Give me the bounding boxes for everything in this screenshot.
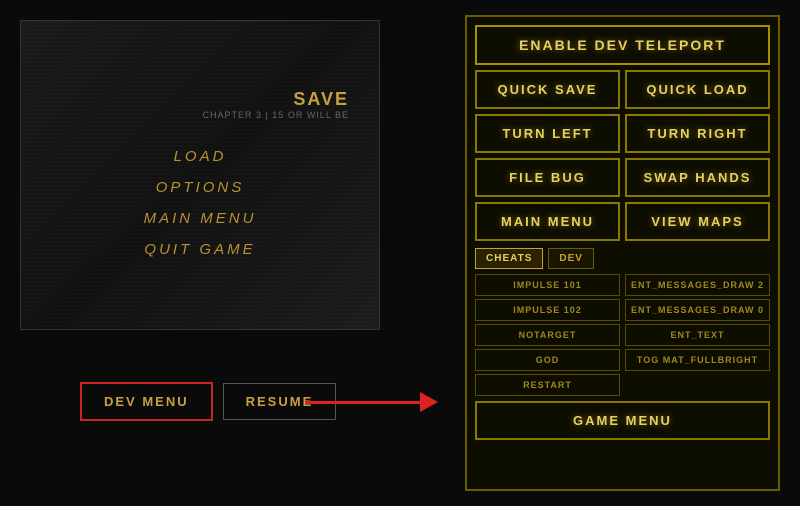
turn-left-button[interactable]: TURN LEFT: [475, 114, 620, 153]
tog-mat-fullbright-button[interactable]: TOG MAT_FULLBRIGHT: [625, 349, 770, 371]
quit-game-menu-item[interactable]: QUIT GAME: [51, 238, 349, 261]
arrow-indicator: [305, 387, 445, 417]
options-menu-item[interactable]: OPTIONS: [51, 176, 349, 199]
load-menu-item[interactable]: LOAD: [51, 145, 349, 168]
god-button[interactable]: GOD: [475, 349, 620, 371]
restart-button[interactable]: RESTART: [475, 374, 620, 396]
file-bug-swap-row: FILE BUG SWAP HANDS: [475, 158, 770, 197]
save-section: SAVE CHAPTER 3 | 15 OR WILL BE: [51, 89, 349, 120]
turn-right-button[interactable]: TURN RIGHT: [625, 114, 770, 153]
menu-items-list: LOAD OPTIONS MAIN MENU QUIT GAME: [51, 145, 349, 261]
cheat-items-container: IMPULSE 101 IMPULSE 102 NOTARGET GOD RES…: [475, 274, 770, 396]
turn-row: TURN LEFT TURN RIGHT: [475, 114, 770, 153]
left-menu-panel: SAVE CHAPTER 3 | 15 OR WILL BE LOAD OPTI…: [20, 20, 380, 330]
quick-load-button[interactable]: QUICK LOAD: [625, 70, 770, 109]
impulse-102-button[interactable]: IMPULSE 102: [475, 299, 620, 321]
file-bug-button[interactable]: FILE BUG: [475, 158, 620, 197]
cheats-dev-tabs: CHEATS DEV: [475, 248, 770, 269]
cheat-col-right: ENT_MESSAGES_DRAW 2 ENT_MESSAGES_DRAW 0 …: [625, 274, 770, 396]
main-menu-view-maps-row: MAIN MENU VIEW MAPS: [475, 202, 770, 241]
cheats-tab[interactable]: CHEATS: [475, 248, 543, 269]
arrow-line: [305, 401, 420, 404]
main-menu-dev-button[interactable]: MAIN MENU: [475, 202, 620, 241]
quick-save-button[interactable]: QUICK SAVE: [475, 70, 620, 109]
impulse-101-button[interactable]: IMPULSE 101: [475, 274, 620, 296]
game-menu-button[interactable]: GAME MENU: [475, 401, 770, 440]
chapter-label: CHAPTER 3 | 15 OR WILL BE: [51, 110, 349, 120]
main-menu-item[interactable]: MAIN MENU: [51, 207, 349, 230]
ent-text-button[interactable]: ENT_TEXT: [625, 324, 770, 346]
enable-dev-teleport-button[interactable]: ENABLE DEV TELEPORT: [475, 25, 770, 65]
arrow-head: [420, 392, 438, 412]
swap-hands-button[interactable]: SWAP HANDS: [625, 158, 770, 197]
ent-messages-draw0-button[interactable]: ENT_MESSAGES_DRAW 0: [625, 299, 770, 321]
dev-menu-panel: ENABLE DEV TELEPORT QUICK SAVE QUICK LOA…: [465, 15, 780, 491]
save-title: SAVE: [51, 89, 349, 110]
bottom-buttons-container: DEV MENU RESUME: [80, 382, 336, 421]
dev-menu-button[interactable]: DEV MENU: [80, 382, 213, 421]
ent-messages-draw2-button[interactable]: ENT_MESSAGES_DRAW 2: [625, 274, 770, 296]
cheat-col-left: IMPULSE 101 IMPULSE 102 NOTARGET GOD RES…: [475, 274, 620, 396]
quick-save-load-row: QUICK SAVE QUICK LOAD: [475, 70, 770, 109]
notarget-button[interactable]: NOTARGET: [475, 324, 620, 346]
dev-tab[interactable]: DEV: [548, 248, 594, 269]
view-maps-button[interactable]: VIEW MAPS: [625, 202, 770, 241]
